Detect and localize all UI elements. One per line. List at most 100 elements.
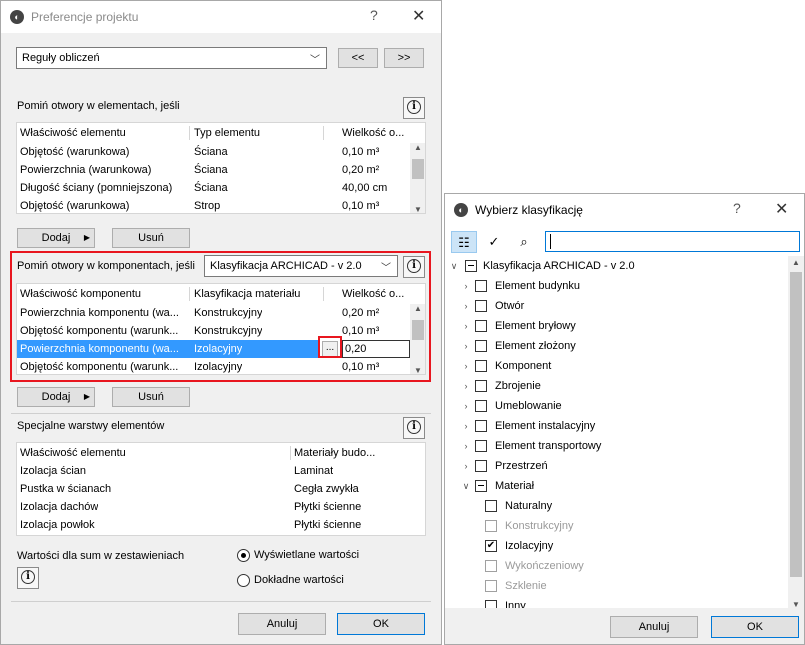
tree-node-expanded[interactable]: ∨ Materiał [445,476,785,496]
column-header[interactable]: Typ elementu [194,125,324,141]
cancel-button[interactable]: Anuluj [610,616,698,638]
checkbox[interactable] [475,280,487,292]
tree-node[interactable]: › Umeblowanie [445,396,785,416]
checkbox[interactable] [475,420,487,432]
search-button[interactable]: ⌕ [511,231,537,253]
info-button[interactable]: i [403,256,425,278]
displayed-values-label[interactable]: Wyświetlane wartości [254,549,359,561]
tree-node[interactable]: › Element budynku [445,276,785,296]
chevron-right-icon[interactable]: › [461,316,471,336]
checkbox[interactable] [485,500,497,512]
tree-node[interactable]: Naturalny [445,496,785,516]
tree-node[interactable]: › Przestrzeń [445,456,785,476]
chevron-right-icon[interactable]: › [461,376,471,396]
scroll-up-icon[interactable]: ▲ [788,258,804,267]
column-header[interactable]: Właściwość elementu [20,125,190,141]
scroll-thumb[interactable] [790,272,802,577]
tree-view-button[interactable]: ☷ [451,231,477,253]
checkbox[interactable] [475,460,487,472]
column-header[interactable]: Materiały budo... [294,445,414,461]
scroll-down-icon[interactable]: ▼ [410,205,425,213]
help-icon[interactable]: ? [370,7,378,23]
table-row[interactable]: Powierzchnia komponentu (wa... Konstrukc… [17,304,411,322]
chevron-right-icon[interactable]: › [461,416,471,436]
tree-node[interactable]: › Element bryłowy [445,316,785,336]
table-row[interactable]: Długość ściany (pomniejszona) Ściana 40,… [17,179,411,197]
ok-button[interactable]: OK [337,613,425,635]
close-icon[interactable]: ✕ [775,199,788,219]
chevron-down-icon[interactable]: ∨ [461,476,471,496]
chevron-right-icon[interactable]: › [461,276,471,296]
scroll-up-icon[interactable]: ▲ [410,304,425,313]
exact-values-label[interactable]: Dokładne wartości [254,574,344,586]
checkbox[interactable] [475,400,487,412]
checkbox[interactable] [475,480,487,492]
tree-node[interactable]: › Otwór [445,296,785,316]
tree-node[interactable]: › Element złożony [445,336,785,356]
tree-node-root[interactable]: ∨ Klasyfikacja ARCHICAD - v 2.0 [445,256,785,276]
tree-node[interactable]: ✔ Izolacyjny [445,536,785,556]
checkbox[interactable] [475,340,487,352]
ok-button[interactable]: OK [711,616,799,638]
material-cell[interactable]: Płytki ścienne [294,516,361,534]
help-icon[interactable]: ? [733,200,741,216]
vertical-scrollbar[interactable]: ▲ ▼ [410,143,425,213]
table-row[interactable]: Objętość (warunkowa) Strop 0,10 m³ [17,197,411,213]
checkbox[interactable] [475,360,487,372]
checkbox[interactable] [475,320,487,332]
column-header[interactable]: Klasyfikacja materiału [194,286,324,302]
tree-node[interactable]: › Komponent [445,356,785,376]
chevron-down-icon[interactable]: ∨ [449,256,459,276]
threshold-input[interactable]: 0,20 [342,340,410,358]
cancel-button[interactable]: Anuluj [238,613,326,635]
checkbox-checked[interactable]: ✔ [485,540,497,552]
filter-checked-button[interactable]: ✓ [481,231,507,253]
material-cell[interactable]: Płytki ścienne [294,498,361,516]
chevron-right-icon[interactable]: › [461,456,471,476]
column-header[interactable]: Wielkość o... [342,125,412,141]
preference-page-select[interactable]: Reguły obliczeń ﹀ [16,47,327,69]
tree-node[interactable]: › Element transportowy [445,436,785,456]
info-button[interactable]: i [403,417,425,439]
chevron-right-icon[interactable]: › [461,356,471,376]
material-cell[interactable]: Laminat [294,462,333,480]
column-header[interactable]: Wielkość o... [342,286,412,302]
scroll-down-icon[interactable]: ▼ [410,366,425,374]
checkbox[interactable] [475,300,487,312]
table-row[interactable]: Izolacja dachów Płytki ścienne [17,498,425,516]
table-row[interactable]: Objętość (warunkowa) Ściana 0,10 m³ [17,143,411,161]
add-rule-button[interactable]: Dodaj ▶ [17,228,95,248]
checkbox[interactable] [475,380,487,392]
info-button[interactable]: i [17,567,39,589]
vertical-scrollbar[interactable]: ▲ ▼ [788,256,804,611]
remove-rule-button[interactable]: Usuń [112,228,190,248]
column-header[interactable]: Właściwość komponentu [20,286,190,302]
exact-values-radio[interactable] [237,574,250,587]
search-input[interactable] [545,231,800,252]
scroll-up-icon[interactable]: ▲ [410,143,425,152]
table-row[interactable]: Izolacja ścian Laminat [17,462,425,480]
checkbox[interactable] [475,440,487,452]
chevron-right-icon[interactable]: › [461,436,471,456]
chevron-right-icon[interactable]: › [461,396,471,416]
add-component-rule-button[interactable]: Dodaj ▶ [17,387,95,407]
tree-node[interactable]: › Element instalacyjny [445,416,785,436]
table-row[interactable]: Objętość komponentu (warunk... Konstrukc… [17,322,411,340]
tree-node[interactable]: › Zbrojenie [445,376,785,396]
table-row[interactable]: Powierzchnia (warunkowa) Ściana 0,20 m² [17,161,411,179]
checkbox[interactable] [465,260,477,272]
next-page-button[interactable]: >> [384,48,424,68]
chevron-right-icon[interactable]: › [461,336,471,356]
vertical-scrollbar[interactable]: ▲ ▼ [410,304,425,374]
scroll-thumb[interactable] [412,159,424,179]
table-row[interactable]: Objętość komponentu (warunk... Izolacyjn… [17,358,411,374]
close-icon[interactable]: ✕ [412,6,425,26]
chevron-right-icon[interactable]: › [461,296,471,316]
column-header[interactable]: Właściwość elementu [20,445,290,461]
displayed-values-radio[interactable] [237,549,250,562]
scroll-thumb[interactable] [412,320,424,340]
table-row[interactable]: Pustka w ścianach Cegła zwykła [17,480,425,498]
table-row[interactable]: Izolacja powłok Płytki ścienne [17,516,425,534]
material-cell[interactable]: Cegła zwykła [294,480,359,498]
classification-system-select[interactable]: Klasyfikacja ARCHICAD - v 2.0 ﹀ [204,255,398,277]
